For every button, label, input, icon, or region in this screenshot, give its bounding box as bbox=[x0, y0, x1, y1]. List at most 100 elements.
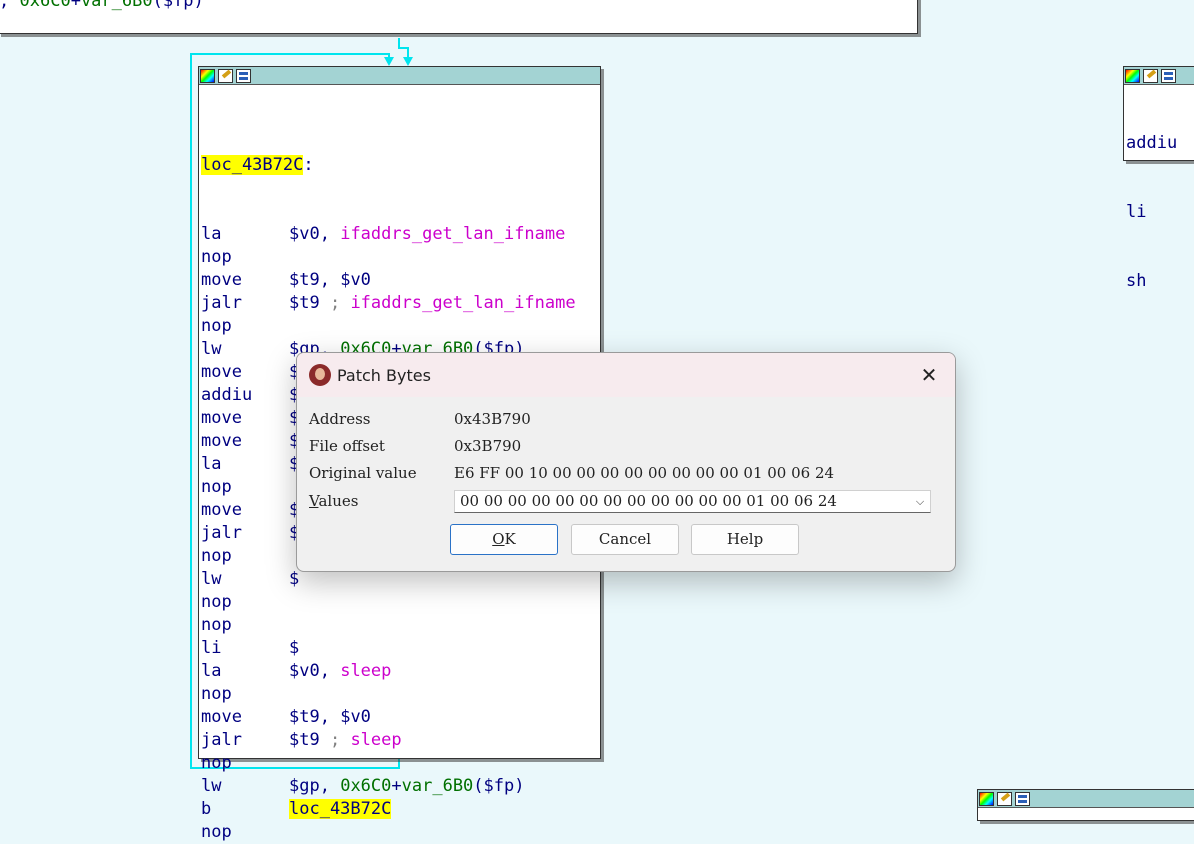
operand-register: $v0 bbox=[340, 270, 371, 290]
values-label-rest: alues bbox=[318, 492, 359, 510]
mnemonic: b bbox=[201, 799, 212, 819]
code-line: jalr $t9 ; ifaddrs_get_lan_ifname bbox=[201, 292, 600, 315]
address-label: Address bbox=[309, 410, 371, 428]
node-header bbox=[1124, 67, 1194, 85]
mnemonic: move bbox=[201, 408, 242, 428]
code-line: nop bbox=[201, 752, 600, 775]
close-icon[interactable]: ✕ bbox=[918, 364, 940, 386]
operand-register: $v0 bbox=[340, 707, 371, 727]
code-line: nop bbox=[201, 591, 600, 614]
operand-separator: , bbox=[319, 224, 341, 244]
original-value-label: Original value bbox=[309, 464, 417, 482]
graph-node-right[interactable]: addiu li sh bbox=[1123, 66, 1194, 291]
mnemonic: la bbox=[201, 454, 222, 474]
color-palette-icon[interactable] bbox=[200, 68, 215, 83]
mnemonic: nop bbox=[201, 615, 232, 635]
mnemonic: jalr bbox=[201, 293, 242, 313]
symbol-reference[interactable]: sleep bbox=[350, 730, 401, 750]
mnemonic: jalr bbox=[201, 730, 242, 750]
file-offset-label: File offset bbox=[309, 437, 385, 455]
symbol-reference[interactable]: ifaddrs_get_lan_ifname bbox=[350, 293, 575, 313]
code-line: addiu bbox=[1126, 132, 1194, 155]
mnemonic: li bbox=[201, 638, 222, 658]
symbol-reference[interactable]: sleep bbox=[340, 661, 391, 681]
graph-node-bottom[interactable] bbox=[977, 789, 1194, 821]
code-line: b loc_43B72C bbox=[201, 798, 600, 821]
stack-var[interactable]: var_6B0 bbox=[402, 776, 474, 796]
operand-register: $ bbox=[289, 569, 300, 589]
operand-register: $t9 bbox=[289, 707, 320, 727]
values-combobox[interactable]: 00 00 00 00 00 00 00 00 00 00 00 00 01 0… bbox=[454, 490, 931, 513]
operand-plus: + bbox=[70, 0, 81, 11]
rename-icon[interactable] bbox=[1143, 68, 1158, 83]
help-button[interactable]: Help bbox=[691, 524, 799, 555]
values-input-text[interactable]: 00 00 00 00 00 00 00 00 00 00 00 00 01 0… bbox=[460, 492, 837, 510]
operand-separator: , bbox=[319, 661, 341, 681]
dialog-title: Patch Bytes bbox=[337, 365, 431, 385]
mnemonic: move bbox=[201, 362, 242, 382]
ok-button[interactable]: OK bbox=[450, 524, 558, 555]
chevron-down-icon[interactable]: ⌵ bbox=[912, 491, 928, 512]
file-offset-value: 0x3B790 bbox=[454, 437, 522, 455]
stack-var: var_6B0 bbox=[80, 0, 153, 11]
graph-view-icon[interactable] bbox=[1015, 791, 1030, 806]
operand-register: $v0 bbox=[289, 224, 320, 244]
operand-separator: , bbox=[0, 0, 10, 11]
cancel-button[interactable]: Cancel bbox=[571, 524, 679, 555]
patch-bytes-dialog[interactable]: Patch Bytes ✕ Address 0x43B790 File offs… bbox=[296, 352, 956, 572]
mnemonic: jalr bbox=[201, 523, 242, 543]
code-line: jalr $t9 ; sleep bbox=[201, 729, 600, 752]
label-colon: : bbox=[303, 155, 314, 175]
operand-register: $t9 bbox=[289, 293, 320, 313]
graph-view-icon[interactable] bbox=[1161, 68, 1176, 83]
dialog-titlebar[interactable]: Patch Bytes ✕ bbox=[297, 353, 955, 397]
rename-icon[interactable] bbox=[218, 68, 233, 83]
code-line: li $ bbox=[201, 637, 600, 660]
original-value-text: E6 FF 00 10 00 00 00 00 00 00 00 00 01 0… bbox=[454, 464, 835, 482]
code-line: nop bbox=[201, 246, 600, 269]
operand-register: $ bbox=[289, 638, 300, 658]
code-line: move $t9, $v0 bbox=[201, 269, 600, 292]
app-avatar-icon bbox=[309, 364, 331, 386]
label-reference[interactable]: loc_43B72C bbox=[289, 799, 392, 819]
mnemonic: nop bbox=[201, 822, 232, 842]
code-line: nop bbox=[201, 315, 600, 338]
number-operand: 0x6C0 bbox=[340, 776, 392, 796]
code-line: nop bbox=[201, 614, 600, 637]
operand-register: ($fp) bbox=[473, 776, 525, 796]
operand-register: $v0 bbox=[289, 661, 320, 681]
graph-node-top[interactable]: , 0x6C0+var_6B0($fp) bbox=[0, 0, 918, 34]
flow-edge bbox=[190, 53, 390, 55]
number-operand: 0x6C0 bbox=[19, 0, 71, 11]
flow-edge bbox=[190, 53, 192, 769]
flow-arrow-icon bbox=[384, 57, 394, 66]
mnemonic: nop bbox=[201, 477, 232, 497]
mnemonic: move bbox=[201, 500, 242, 520]
mnemonic: li bbox=[1126, 202, 1147, 222]
symbol-reference[interactable]: ifaddrs_get_lan_ifname bbox=[340, 224, 565, 244]
mnemonic: la bbox=[201, 224, 222, 244]
mnemonic: move bbox=[201, 431, 242, 451]
address-value: 0x43B790 bbox=[454, 410, 531, 428]
node-header bbox=[199, 67, 600, 85]
mnemonic: addiu bbox=[201, 385, 253, 405]
ok-mnemonic: O bbox=[492, 530, 505, 548]
mnemonic: la bbox=[201, 661, 222, 681]
node-code: addiu li sh bbox=[1124, 85, 1194, 339]
code-line: la $v0, sleep bbox=[201, 660, 600, 683]
node-header bbox=[978, 790, 1194, 808]
code-label[interactable]: loc_43B72C bbox=[201, 155, 304, 175]
ok-label-rest: K bbox=[504, 530, 516, 548]
mnemonic: lw bbox=[201, 569, 222, 589]
mnemonic: nop bbox=[201, 753, 232, 773]
operand-separator: , bbox=[319, 776, 341, 796]
mnemonic: addiu bbox=[1126, 133, 1178, 153]
rename-icon[interactable] bbox=[997, 791, 1012, 806]
graph-view-icon[interactable] bbox=[236, 68, 251, 83]
code-line: li bbox=[1126, 201, 1194, 224]
color-palette-icon[interactable] bbox=[979, 791, 994, 806]
mnemonic: nop bbox=[201, 592, 232, 612]
color-palette-icon[interactable] bbox=[1125, 68, 1140, 83]
code-line: move $t9, $v0 bbox=[201, 706, 600, 729]
flow-arrow-icon bbox=[403, 57, 413, 66]
